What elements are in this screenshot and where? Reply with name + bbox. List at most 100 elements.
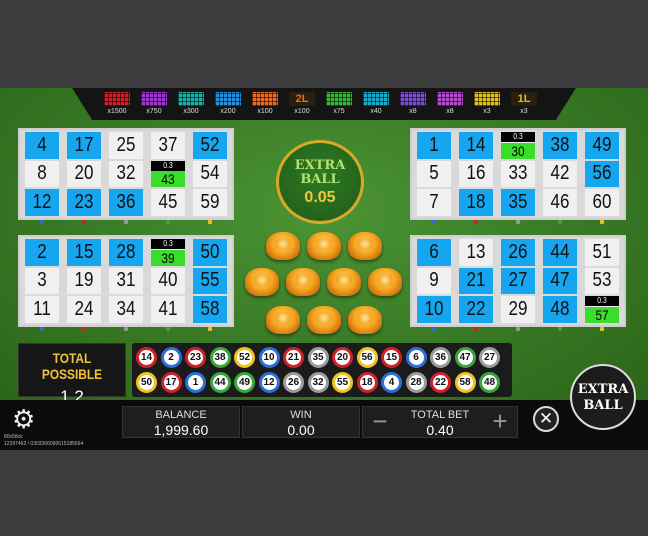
grid-pattern-icon <box>474 92 500 106</box>
cell-number: 42 <box>550 162 570 185</box>
cell-number: 43 <box>151 171 185 188</box>
grid-pattern-icon <box>437 92 463 106</box>
cell-number: 25 <box>116 133 136 156</box>
bingo-card-4[interactable]: 6 13 26 44 51 9 21 27 47 53 10 22 29 48 0.3 57 <box>410 235 626 331</box>
card-cell: 20 <box>67 160 101 188</box>
card-cell: 41 <box>151 296 185 323</box>
card-cell: 58 <box>193 296 227 323</box>
total-possible-panel: TOTAL POSSIBLE 1.2 <box>18 343 126 406</box>
decrease-bet-button[interactable]: − <box>366 408 394 436</box>
cell-number: 56 <box>592 162 612 185</box>
cell-number: 50 <box>200 240 220 263</box>
cell-number: 46 <box>550 191 570 214</box>
card-cell: 13 <box>459 239 493 266</box>
paytable-multiplier: x3 <box>483 108 491 115</box>
cell-number: 22 <box>466 298 486 321</box>
card-cell: 50 <box>193 239 227 266</box>
paytable-multiplier: x8 <box>446 108 454 115</box>
cell-number: 40 <box>158 269 178 292</box>
paytable-multiplier: x750 <box>146 108 162 115</box>
card-column-markers <box>20 327 232 331</box>
cell-number: 5 <box>429 162 439 185</box>
gem-icon <box>307 306 341 334</box>
bingo-card-3[interactable]: 2 15 28 0.3 39 50 3 19 31 40 55 11 24 34 41 58 <box>18 235 234 331</box>
drawn-ball: 22 <box>430 372 451 393</box>
card-cell: 18 <box>459 189 493 216</box>
gem-icon <box>368 268 402 296</box>
drawn-ball: 55 <box>332 372 353 393</box>
card-cell: 21 <box>459 267 493 295</box>
cell-prize: 0.3 <box>501 132 535 142</box>
cell-number: 55 <box>200 269 220 292</box>
total-possible-label: TOTAL POSSIBLE <box>41 350 103 382</box>
drawn-ball: 18 <box>356 372 378 393</box>
drawn-ball: 50 <box>136 372 157 393</box>
card-cell: 27 <box>501 267 535 295</box>
gem-icon <box>266 232 300 260</box>
drawn-ball: 10 <box>258 347 280 368</box>
session-id: 80x58ck <box>4 434 23 440</box>
drawn-ball: 15 <box>381 347 402 368</box>
paytable-entry: 2L x100 <box>285 92 319 120</box>
card-cell: 17 <box>67 132 101 159</box>
cell-number: 52 <box>200 133 220 156</box>
cell-number: 31 <box>116 269 136 292</box>
drawn-ball: 36 <box>430 347 451 368</box>
cell-number: 35 <box>508 191 528 214</box>
card-cell: 56 <box>585 160 619 188</box>
card-cell: 48 <box>543 296 577 323</box>
grid-pattern-icon <box>178 92 204 106</box>
paytable-bar: x1500 x750 x300 x200 x100 2L x100 x75 x40 x8 x8 x3 1… <box>72 88 576 120</box>
gem-icon <box>327 268 361 296</box>
cell-number: 28 <box>116 240 136 263</box>
cell-number: 39 <box>151 249 185 266</box>
card-cell: 1 <box>417 132 451 159</box>
card-cell: 6 <box>417 239 451 266</box>
card-cell: 54 <box>193 160 227 188</box>
drawn-ball: 28 <box>405 372 427 393</box>
cell-number: 54 <box>200 162 220 185</box>
close-button[interactable]: ✕ <box>533 406 559 432</box>
card-cell: 10 <box>417 296 451 323</box>
card-cell: 52 <box>193 132 227 159</box>
card-cell: 14 <box>459 132 493 159</box>
drawn-ball: 56 <box>356 347 378 368</box>
gem-icon <box>348 232 382 260</box>
card-cell: 8 <box>25 160 59 188</box>
bingo-card-2[interactable]: 1 14 0.3 30 38 49 5 16 33 42 56 7 18 35 46 60 <box>410 128 626 224</box>
paytable-multiplier: x200 <box>220 108 236 115</box>
ticket-id: 12397462 / 0303306090615185664 <box>4 441 84 447</box>
card-column-markers <box>412 327 624 331</box>
card-cell: 4 <box>25 132 59 159</box>
card-cell: 7 <box>417 189 451 216</box>
extra-ball-badge-title: EXTRA BALL <box>294 158 346 187</box>
extra-ball-button[interactable]: EXTRA BALL <box>570 364 636 430</box>
cell-number: 2 <box>37 240 47 263</box>
grid-pattern-icon <box>400 92 426 106</box>
card-cell: 0.3 57 <box>585 296 619 323</box>
card-cell: 46 <box>543 189 577 216</box>
cell-number: 17 <box>74 133 94 156</box>
cell-number: 33 <box>508 162 528 185</box>
paytable-multiplier: x300 <box>183 108 199 115</box>
drawn-ball: 44 <box>209 372 231 393</box>
grid-pattern-icon <box>215 92 241 106</box>
card-cell: 16 <box>459 160 493 188</box>
paytable-entry: x100 <box>248 92 282 120</box>
cell-number: 60 <box>592 191 612 214</box>
cell-number: 6 <box>429 240 439 263</box>
card-cell: 26 <box>501 239 535 266</box>
grid-pattern-icon <box>141 92 167 106</box>
card-cell: 34 <box>109 296 143 323</box>
card-cell: 53 <box>585 267 619 295</box>
drawn-ball: 20 <box>332 347 353 368</box>
cell-number: 32 <box>116 162 136 185</box>
gear-icon[interactable]: ⚙ <box>12 406 35 432</box>
bingo-card-1[interactable]: 4 17 25 37 52 8 20 32 0.3 43 54 12 23 36 45 59 <box>18 128 234 224</box>
cell-number: 37 <box>158 133 178 156</box>
cell-number: 4 <box>37 133 47 156</box>
increase-bet-button[interactable]: + <box>486 408 514 436</box>
card-cell: 47 <box>543 267 577 295</box>
card-cell: 25 <box>109 132 143 159</box>
card-cell: 24 <box>67 296 101 323</box>
